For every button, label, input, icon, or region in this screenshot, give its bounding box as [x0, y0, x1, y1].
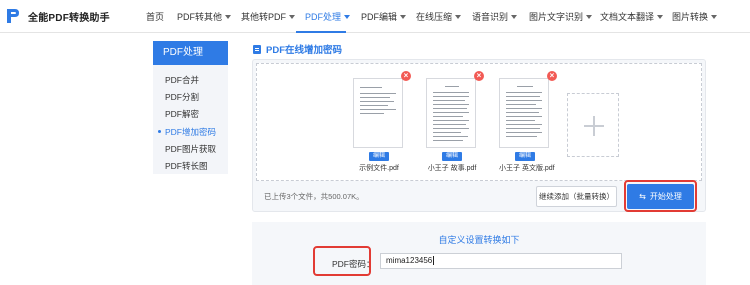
nav-pdf-to-other[interactable]: PDF转其他: [177, 10, 232, 23]
file-thumbnail: [353, 78, 403, 148]
highlight-box: [624, 180, 697, 212]
edit-file-button[interactable]: 编辑: [515, 152, 535, 161]
edit-file-button[interactable]: 编辑: [442, 152, 462, 161]
file-name: 小王子 英文版.pdf: [499, 165, 555, 172]
sidebar-item-merge[interactable]: PDF合并: [165, 74, 199, 86]
chevron-down-icon: [289, 14, 296, 19]
sidebar: PDF处理 PDF合并 PDF分割 PDF解密 PDF增加密码 PDF图片获取 …: [153, 41, 228, 174]
logo[interactable]: 全能PDF转换助手: [6, 8, 110, 24]
file-thumbnail: [499, 78, 549, 148]
file-name: 示例文件.pdf: [359, 165, 399, 172]
sidebar-item-add-password[interactable]: PDF增加密码: [157, 126, 216, 138]
chevron-down-icon: [657, 14, 664, 19]
chevron-down-icon: [511, 14, 518, 19]
nav-home[interactable]: 首页: [146, 10, 164, 23]
chevron-down-icon: [400, 14, 407, 19]
file-card[interactable]: × 编辑 小王子 故事.pdf: [426, 71, 484, 173]
sidebar-item-to-long-image[interactable]: PDF转长图: [165, 160, 208, 172]
app-title: 全能PDF转换助手: [28, 12, 110, 24]
nav-image-ocr[interactable]: 图片文字识别: [529, 10, 593, 23]
remove-file-icon[interactable]: ×: [547, 71, 557, 81]
chevron-down-icon: [455, 14, 462, 19]
password-input[interactable]: mima123456: [380, 253, 622, 269]
file-name: 小王子 故事.pdf: [427, 165, 477, 172]
continue-add-button[interactable]: 继续添加（批量转换）: [536, 186, 617, 207]
nav-pdf-edit[interactable]: PDF编辑: [361, 10, 407, 23]
add-file-button[interactable]: [567, 93, 619, 157]
section-title: PDF在线增加密码: [253, 42, 342, 56]
nav-image-convert[interactable]: 图片转换: [672, 10, 718, 23]
sidebar-item-split[interactable]: PDF分割: [165, 91, 199, 103]
nav-pdf-process[interactable]: PDF处理: [305, 10, 351, 23]
settings-title: 自定义设置转换如下: [438, 235, 520, 245]
document-icon: [253, 44, 261, 54]
active-nav-indicator: [296, 31, 346, 33]
text-cursor: [433, 256, 435, 266]
nav-doc-translate[interactable]: 文档文本翻译: [600, 10, 664, 23]
file-thumbnail: [426, 78, 476, 148]
file-dropzone[interactable]: × 编辑 示例文件.pdf × 编辑 小王子 故事.pdf × 编辑 小王子 英…: [256, 63, 702, 181]
nav-online-compress[interactable]: 在线压缩: [416, 10, 462, 23]
sidebar-item-decrypt[interactable]: PDF解密: [165, 108, 199, 120]
remove-file-icon[interactable]: ×: [474, 71, 484, 81]
chevron-down-icon: [225, 14, 232, 19]
remove-file-icon[interactable]: ×: [401, 71, 411, 81]
nav-speech-recognition[interactable]: 语音识别: [472, 10, 518, 23]
app-logo-icon: [7, 9, 19, 23]
upload-status: 已上传3个文件，共500.07K。: [264, 192, 364, 201]
chevron-down-icon: [711, 14, 718, 19]
settings-panel: 自定义设置转换如下 PDF密码： mima123456: [252, 222, 706, 285]
chevron-down-icon: [344, 14, 351, 19]
nav-other-to-pdf[interactable]: 其他转PDF: [241, 10, 296, 23]
sidebar-header: PDF处理: [153, 41, 228, 65]
chevron-down-icon: [586, 14, 593, 19]
file-card[interactable]: × 编辑 小王子 英文版.pdf: [499, 71, 557, 173]
sidebar-item-extract-images[interactable]: PDF图片获取: [165, 143, 216, 155]
highlight-box: [313, 246, 371, 276]
upload-area: × 编辑 示例文件.pdf × 编辑 小王子 故事.pdf × 编辑 小王子 英…: [252, 59, 706, 212]
file-card[interactable]: × 编辑 示例文件.pdf: [353, 71, 411, 173]
page-title: PDF在线增加密码: [266, 45, 343, 56]
edit-file-button[interactable]: 编辑: [369, 152, 389, 161]
top-navigation: 全能PDF转换助手 首页 PDF转其他 其他转PDF PDF处理 PDF编辑 在…: [0, 0, 750, 33]
